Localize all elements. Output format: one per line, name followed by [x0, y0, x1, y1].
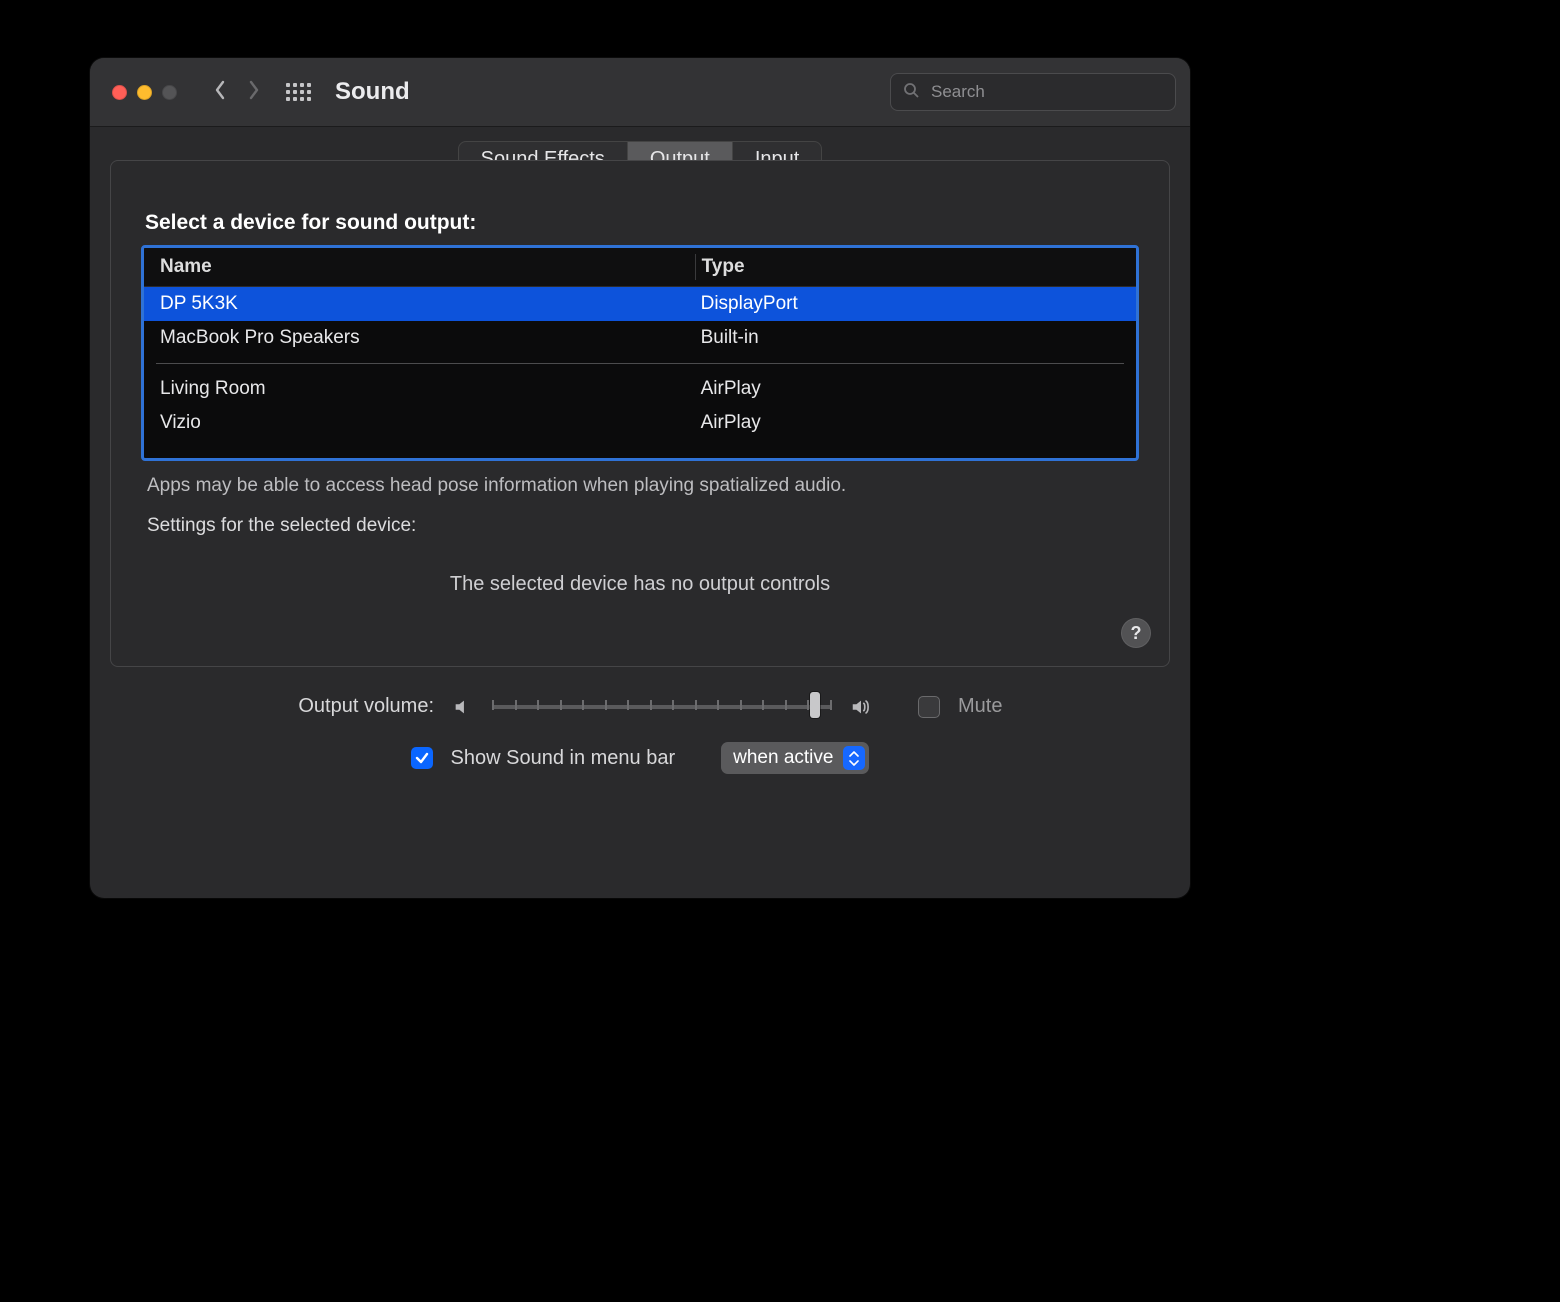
zoom-window-button — [162, 85, 177, 100]
device-name: Living Room — [154, 378, 695, 400]
search-icon — [903, 82, 919, 103]
table-row[interactable]: Living Room AirPlay — [144, 372, 1136, 406]
minimize-window-button[interactable] — [137, 85, 152, 100]
sound-preferences-window: Sound Sound Effects Output Input Select … — [90, 58, 1190, 898]
output-panel: Select a device for sound output: Name T… — [110, 160, 1170, 667]
chevron-right-icon — [246, 80, 262, 105]
table-row[interactable]: MacBook Pro Speakers Built-in — [144, 321, 1136, 355]
output-volume-row: Output volume: — [124, 695, 1156, 718]
chevron-left-icon — [212, 80, 228, 105]
device-type: Built-in — [695, 327, 1126, 349]
show-all-prefs-button[interactable] — [281, 74, 315, 110]
footer: Output volume: — [110, 695, 1170, 774]
device-type: AirPlay — [695, 412, 1126, 434]
menubar-visibility-popup[interactable]: when active — [721, 742, 869, 774]
output-volume-label: Output volume: — [124, 695, 434, 718]
output-volume-slider[interactable] — [492, 696, 832, 718]
device-name: MacBook Pro Speakers — [154, 327, 695, 349]
table-row[interactable]: Vizio AirPlay — [144, 406, 1136, 440]
spatial-audio-hint: Apps may be able to access head pose inf… — [147, 475, 1133, 497]
back-button[interactable] — [203, 74, 237, 110]
search-field[interactable] — [890, 73, 1176, 111]
slider-thumb[interactable] — [810, 692, 820, 718]
device-type: AirPlay — [695, 378, 1126, 400]
output-device-table[interactable]: Name Type DP 5K3K DisplayPort MacBook Pr… — [141, 245, 1139, 461]
device-settings-label: Settings for the selected device: — [147, 515, 1133, 537]
table-row[interactable]: DP 5K3K DisplayPort — [144, 287, 1136, 321]
column-header-name[interactable]: Name — [154, 256, 695, 278]
volume-max-icon — [850, 696, 872, 718]
forward-button — [237, 74, 271, 110]
window-controls — [112, 85, 177, 100]
device-name: DP 5K3K — [154, 293, 695, 315]
output-device-heading: Select a device for sound output: — [145, 211, 1139, 235]
checkmark-icon — [415, 751, 429, 765]
mute-label: Mute — [958, 695, 1002, 718]
grid-icon — [286, 83, 311, 101]
help-icon: ? — [1131, 623, 1142, 644]
no-output-controls-text: The selected device has no output contro… — [141, 573, 1139, 596]
device-type: DisplayPort — [695, 293, 1126, 315]
volume-min-icon — [452, 696, 474, 718]
popup-stepper-icon — [843, 746, 865, 770]
column-header-type[interactable]: Type — [695, 254, 1126, 281]
search-input[interactable] — [929, 81, 1163, 103]
show-in-menubar-checkbox[interactable] — [411, 747, 433, 769]
popup-value: when active — [733, 747, 833, 769]
close-window-button[interactable] — [112, 85, 127, 100]
table-header: Name Type — [144, 248, 1136, 287]
titlebar: Sound — [90, 58, 1190, 127]
help-button[interactable]: ? — [1121, 618, 1151, 648]
window-title: Sound — [335, 78, 410, 106]
menubar-row: Show Sound in menu bar when active — [124, 742, 1156, 774]
table-separator — [156, 363, 1124, 364]
mute-checkbox[interactable] — [918, 696, 940, 718]
device-name: Vizio — [154, 412, 695, 434]
body: Sound Effects Output Input Select a devi… — [90, 141, 1190, 798]
show-in-menubar-label: Show Sound in menu bar — [451, 747, 676, 770]
